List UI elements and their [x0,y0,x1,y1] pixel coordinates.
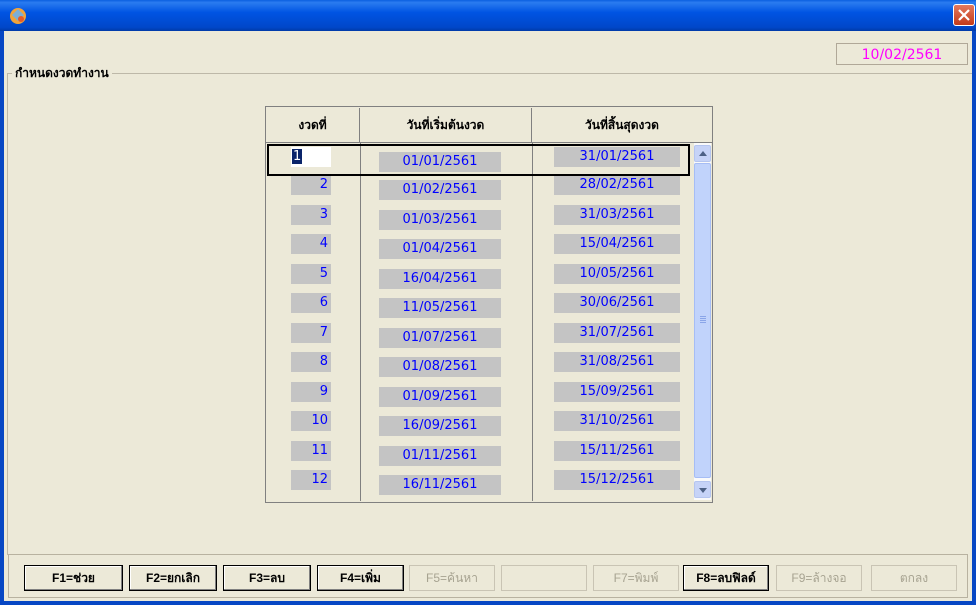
table-row[interactable]: 2 01/02/2561 28/02/2561 [267,175,695,207]
period-number-field[interactable]: 4 [291,234,331,254]
active-row-highlight [267,144,690,176]
column-header-period: งวดที่ [266,108,360,142]
scroll-grip-icon [700,316,706,324]
window-frame-left [0,31,4,605]
start-date-field[interactable]: 01/04/2561 [379,239,501,259]
start-date-field[interactable]: 01/11/2561 [379,446,501,466]
table-row[interactable]: 5 16/04/2561 10/05/2561 [267,264,695,296]
end-date-field[interactable]: 28/02/2561 [554,175,680,195]
period-number-field[interactable]: 9 [291,382,331,402]
column-header-start-date: วันที่เริ่มต้นงวด [360,108,532,142]
table-row[interactable]: 12 16/11/2561 15/12/2561 [267,470,695,502]
group-title: กำหนดงวดทำงาน [12,64,112,83]
header-divider [266,142,712,143]
scroll-thumb[interactable] [694,163,711,478]
period-number-field[interactable]: 10 [291,411,331,431]
table-row[interactable]: 8 01/08/2561 31/08/2561 [267,352,695,384]
table-row[interactable]: 9 01/09/2561 15/09/2561 [267,382,695,414]
clear-field-button[interactable]: F8=ลบฟิลด์ [683,565,769,591]
end-date-field[interactable]: 10/05/2561 [554,264,680,284]
period-number-field[interactable]: 7 [291,323,331,343]
help-button[interactable]: F1=ช่วย [24,565,123,591]
blank-button[interactable] [501,565,587,591]
search-button[interactable]: F5=ค้นหา [409,565,495,591]
period-number-field[interactable]: 2 [291,175,331,195]
end-date-field[interactable]: 31/08/2561 [554,352,680,372]
chevron-down-icon [699,488,707,493]
scroll-down-button[interactable] [694,481,711,498]
chevron-up-icon [699,151,707,156]
start-date-field[interactable]: 01/02/2561 [379,180,501,200]
close-button[interactable] [953,4,975,26]
start-date-field[interactable]: 16/11/2561 [379,475,501,495]
end-date-field[interactable]: 15/11/2561 [554,441,680,461]
vertical-scrollbar[interactable] [694,143,711,500]
period-number-field[interactable]: 12 [291,470,331,490]
group-border-left [7,73,8,555]
title-bar [0,0,976,31]
start-date-field[interactable]: 01/07/2561 [379,328,501,348]
current-date: 10/02/2561 [836,43,968,65]
window-frame-bottom [0,601,976,605]
start-date-field[interactable]: 01/09/2561 [379,387,501,407]
start-date-field[interactable]: 16/04/2561 [379,269,501,289]
scroll-up-button[interactable] [694,145,711,162]
ok-button[interactable]: ตกลง [871,565,957,591]
end-date-field[interactable]: 31/03/2561 [554,205,680,225]
table-row[interactable]: 11 01/11/2561 15/11/2561 [267,441,695,473]
period-number-field[interactable]: 6 [291,293,331,313]
close-icon [958,9,970,21]
period-number-field[interactable]: 3 [291,205,331,225]
start-date-field[interactable]: 11/05/2561 [379,298,501,318]
table-row[interactable]: 6 11/05/2561 30/06/2561 [267,293,695,325]
end-date-field[interactable]: 15/04/2561 [554,234,680,254]
group-border-top [7,73,972,74]
clear-screen-button[interactable]: F9=ล้างจอ [776,565,862,591]
table-row[interactable]: 10 16/09/2561 31/10/2561 [267,411,695,443]
delete-button[interactable]: F3=ลบ [223,565,311,591]
period-number-field[interactable]: 5 [291,264,331,284]
start-date-field[interactable]: 01/03/2561 [379,210,501,230]
end-date-field[interactable]: 15/09/2561 [554,382,680,402]
start-date-field[interactable]: 01/08/2561 [379,357,501,377]
app-icon[interactable] [8,6,28,26]
table-row[interactable]: 4 01/04/2561 15/04/2561 [267,234,695,266]
end-date-field[interactable]: 15/12/2561 [554,470,680,490]
table-row[interactable]: 3 01/03/2561 31/03/2561 [267,205,695,237]
start-date-field[interactable]: 16/09/2561 [379,416,501,436]
window-frame-right [972,31,976,605]
end-date-field[interactable]: 31/10/2561 [554,411,680,431]
print-button[interactable]: F7=พิมพ์ [593,565,679,591]
table-row[interactable]: 7 01/07/2561 31/07/2561 [267,323,695,355]
add-button[interactable]: F4=เพิ่ม [317,565,404,591]
cancel-button[interactable]: F2=ยกเลิก [129,565,217,591]
end-date-field[interactable]: 31/07/2561 [554,323,680,343]
column-header-end-date: วันที่สิ้นสุดงวด [585,118,659,132]
end-date-field[interactable]: 30/06/2561 [554,293,680,313]
period-number-field[interactable]: 11 [291,441,331,461]
period-number-field[interactable]: 8 [291,352,331,372]
